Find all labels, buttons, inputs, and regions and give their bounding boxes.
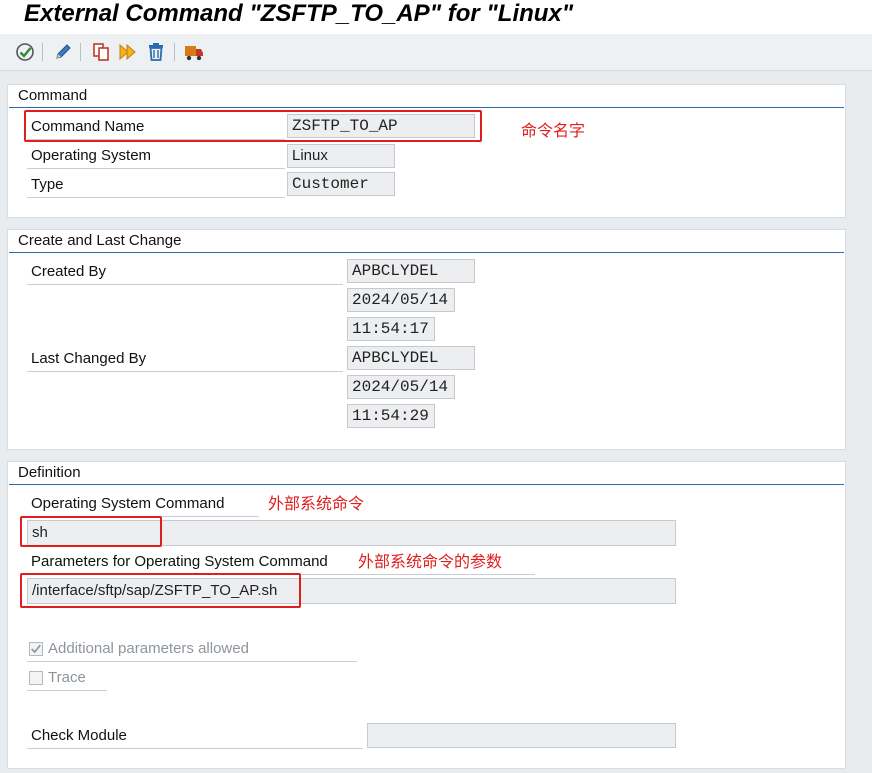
label-underline bbox=[27, 690, 107, 691]
additional-params-label: Additional parameters allowed bbox=[48, 640, 249, 657]
section-divider bbox=[9, 107, 844, 108]
command-name-annotation: 命令名字 bbox=[521, 121, 586, 140]
checkmark-icon bbox=[31, 644, 41, 654]
toolbar-separator bbox=[42, 43, 43, 61]
page-title: External Command "ZSFTP_TO_AP" for "Linu… bbox=[24, 0, 574, 27]
section-divider bbox=[9, 484, 844, 485]
changed-by-user-field[interactable]: APBCLYDEL bbox=[347, 346, 475, 370]
command-section-title: Command bbox=[18, 87, 88, 104]
check-button[interactable] bbox=[14, 41, 36, 63]
label-underline bbox=[27, 168, 285, 169]
check-module-label: Check Module bbox=[31, 727, 127, 744]
created-date-field[interactable]: 2024/05/14 bbox=[347, 288, 455, 312]
os-command-annotation: 外部系统命令 bbox=[268, 494, 365, 513]
type-label: Type bbox=[31, 176, 64, 193]
transport-button[interactable] bbox=[183, 41, 205, 63]
label-underline bbox=[27, 661, 357, 662]
definition-section-title: Definition bbox=[18, 464, 81, 481]
operating-system-label: Operating System bbox=[31, 147, 152, 164]
highlight-box-params bbox=[20, 573, 301, 608]
created-time-field[interactable]: 11:54:17 bbox=[347, 317, 435, 341]
delete-button[interactable] bbox=[145, 41, 167, 63]
label-underline bbox=[27, 284, 343, 285]
type-field[interactable]: Customer bbox=[287, 172, 395, 196]
toolbar-separator bbox=[174, 43, 175, 61]
edit-pencil-icon bbox=[56, 44, 71, 59]
delete-trash-icon bbox=[149, 43, 163, 61]
create-change-section-title: Create and Last Change bbox=[18, 232, 182, 249]
os-command-label: Operating System Command bbox=[31, 495, 225, 512]
section-divider bbox=[9, 252, 844, 253]
edit-button[interactable] bbox=[52, 41, 74, 63]
highlight-box-os-command bbox=[20, 516, 162, 547]
created-by-label: Created By bbox=[31, 263, 107, 280]
title-bar: External Command "ZSFTP_TO_AP" for "Linu… bbox=[0, 0, 872, 34]
label-underline bbox=[27, 197, 285, 198]
check-icon bbox=[16, 43, 34, 61]
created-by-user-field[interactable]: APBCLYDEL bbox=[347, 259, 475, 283]
transport-truck-icon bbox=[185, 46, 203, 61]
params-annotation: 外部系统命令的参数 bbox=[358, 552, 503, 571]
highlight-box-command-name bbox=[24, 110, 482, 142]
additional-params-checkbox[interactable] bbox=[29, 642, 43, 656]
toolbar-separator bbox=[80, 43, 81, 61]
params-label: Parameters for Operating System Command bbox=[31, 553, 328, 570]
trace-checkbox[interactable] bbox=[29, 671, 43, 685]
changed-date-field[interactable]: 2024/05/14 bbox=[347, 375, 455, 399]
copy-icon bbox=[93, 43, 109, 61]
execute-button[interactable] bbox=[117, 41, 139, 63]
last-changed-by-label: Last Changed By bbox=[31, 350, 147, 367]
trace-label: Trace bbox=[48, 669, 86, 686]
execute-icon bbox=[119, 43, 136, 61]
label-underline bbox=[27, 748, 363, 749]
changed-time-field[interactable]: 11:54:29 bbox=[347, 404, 435, 428]
check-module-field[interactable] bbox=[367, 723, 676, 748]
copy-button[interactable] bbox=[90, 41, 112, 63]
label-underline bbox=[27, 371, 343, 372]
operating-system-field[interactable]: Linux bbox=[287, 144, 395, 168]
application-toolbar bbox=[0, 34, 872, 71]
